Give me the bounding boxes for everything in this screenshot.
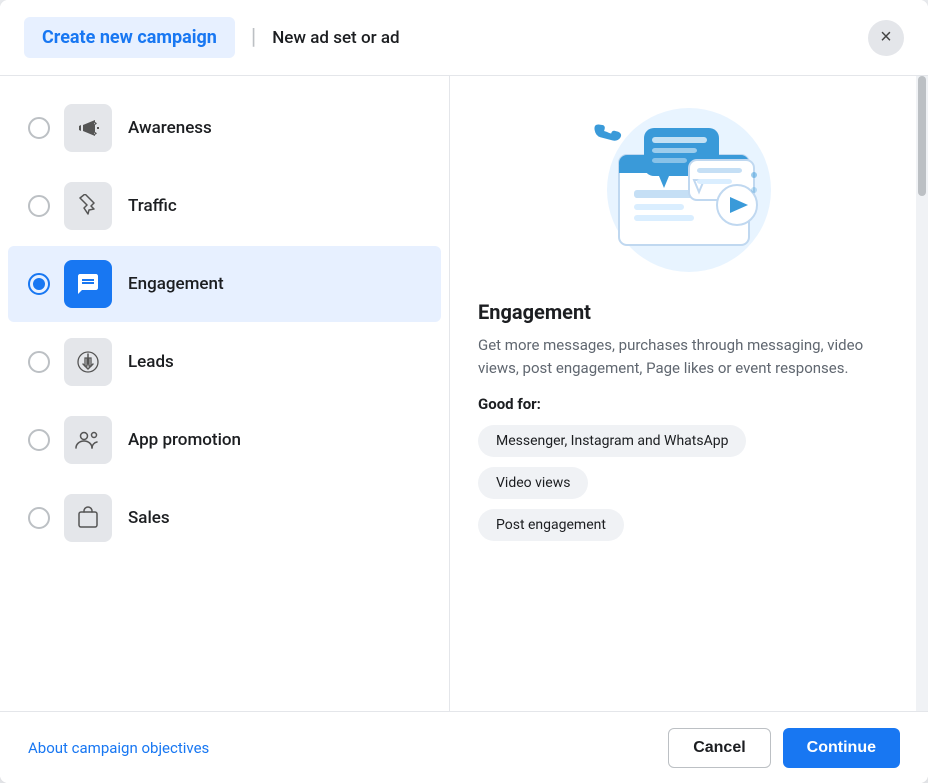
option-label-leads: Leads <box>128 352 174 372</box>
option-sales[interactable]: Sales <box>8 480 441 556</box>
header-divider: | <box>251 25 256 50</box>
modal: Create new campaign | New ad set or ad ×… <box>0 0 928 783</box>
scrollbar-track[interactable] <box>916 76 928 711</box>
illustration-container <box>478 100 900 280</box>
engagement-icon-box <box>64 260 112 308</box>
engagement-illustration <box>589 100 789 280</box>
tag-1: Video views <box>478 467 588 499</box>
tag-2: Post engagement <box>478 509 624 541</box>
option-label-sales: Sales <box>128 508 170 528</box>
radio-app-promotion <box>28 429 50 451</box>
option-traffic[interactable]: Traffic <box>8 168 441 244</box>
modal-header: Create new campaign | New ad set or ad × <box>0 0 928 76</box>
leads-icon <box>76 350 100 374</box>
radio-sales <box>28 507 50 529</box>
tab-create-campaign[interactable]: Create new campaign <box>24 17 235 58</box>
option-label-app-promotion: App promotion <box>128 430 241 450</box>
tab-new-ad-set[interactable]: New ad set or ad <box>272 28 399 48</box>
modal-footer: About campaign objectives Cancel Continu… <box>0 711 928 783</box>
awareness-icon-box <box>64 104 112 152</box>
option-leads[interactable]: Leads <box>8 324 441 400</box>
awareness-icon <box>76 116 100 140</box>
sales-icon-box <box>64 494 112 542</box>
footer-buttons: Cancel Continue <box>668 728 900 768</box>
tag-0: Messenger, Instagram and WhatsApp <box>478 425 746 457</box>
about-objectives-link[interactable]: About campaign objectives <box>28 739 209 757</box>
option-app-promotion[interactable]: App promotion <box>8 402 441 478</box>
right-content: Engagement Get more messages, purchases … <box>450 76 928 711</box>
app-promotion-icon <box>74 428 102 452</box>
radio-traffic <box>28 195 50 217</box>
continue-button[interactable]: Continue <box>783 728 900 768</box>
app-promotion-icon-box <box>64 416 112 464</box>
radio-engagement <box>28 273 50 295</box>
left-panel: Awareness Traffic <box>0 76 450 711</box>
radio-awareness <box>28 117 50 139</box>
radio-leads <box>28 351 50 373</box>
modal-body: Awareness Traffic <box>0 76 928 711</box>
option-label-traffic: Traffic <box>128 196 177 216</box>
option-awareness[interactable]: Awareness <box>8 90 441 166</box>
detail-title: Engagement <box>478 300 900 324</box>
option-engagement[interactable]: Engagement <box>8 246 441 322</box>
traffic-icon-box <box>64 182 112 230</box>
leads-icon-box <box>64 338 112 386</box>
tag-list: Messenger, Instagram and WhatsApp Video … <box>478 425 900 541</box>
good-for-label: Good for: <box>478 395 900 413</box>
detail-description: Get more messages, purchases through mes… <box>478 334 900 379</box>
close-button[interactable]: × <box>868 20 904 56</box>
sales-icon <box>76 506 100 530</box>
right-panel: Engagement Get more messages, purchases … <box>450 76 928 711</box>
cancel-button[interactable]: Cancel <box>668 728 770 768</box>
traffic-icon <box>76 194 100 218</box>
scrollbar-thumb[interactable] <box>918 76 926 196</box>
option-label-engagement: Engagement <box>128 274 224 294</box>
engagement-icon <box>76 272 100 296</box>
option-label-awareness: Awareness <box>128 118 212 138</box>
